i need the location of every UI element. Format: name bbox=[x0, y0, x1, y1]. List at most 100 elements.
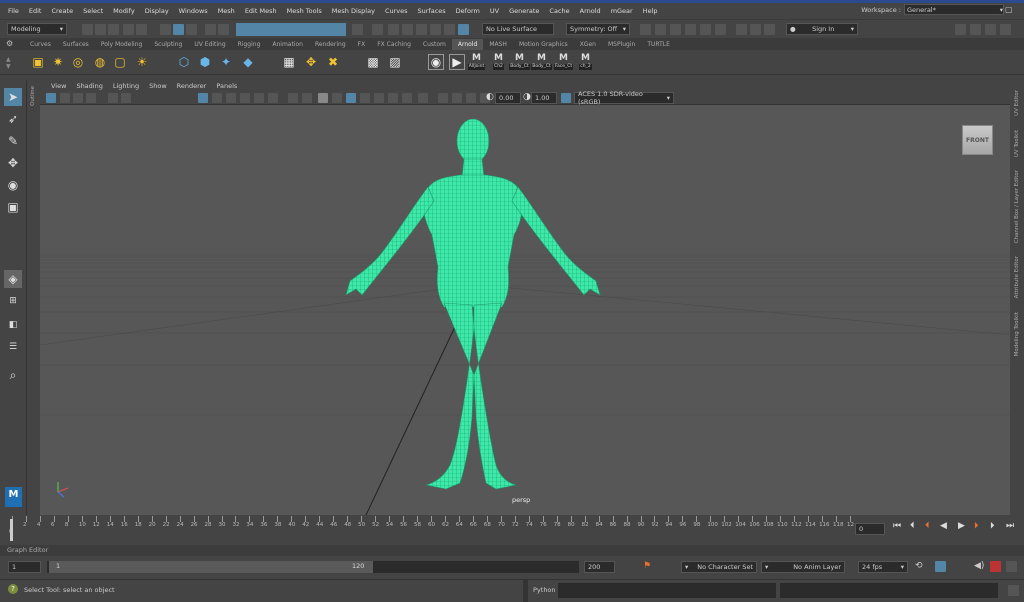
character-set-dropdown[interactable]: ▾ No Character Set bbox=[681, 561, 757, 573]
tab-attribute-editor[interactable]: Attribute Editor bbox=[1014, 256, 1020, 298]
viewport-menu-renderer[interactable]: Renderer bbox=[172, 82, 212, 90]
live-surface-field[interactable]: No Live Surface bbox=[482, 23, 554, 35]
workspace-dropdown[interactable]: General* ▾ bbox=[904, 4, 1004, 15]
shelf-button-body-ct-1[interactable]: M Body_Ct bbox=[509, 53, 530, 71]
highlight-icon[interactable] bbox=[372, 24, 383, 35]
field-chart-icon[interactable] bbox=[254, 93, 264, 103]
safe-action-icon[interactable] bbox=[268, 93, 278, 103]
ipr-render-icon[interactable] bbox=[670, 24, 681, 35]
attribute-editor-icon[interactable] bbox=[985, 24, 996, 35]
menu-mesh[interactable]: Mesh bbox=[213, 7, 240, 15]
sound-icon[interactable]: ◀) bbox=[974, 561, 984, 571]
anti-aliasing-icon[interactable] bbox=[402, 93, 412, 103]
lock-selection-icon[interactable] bbox=[352, 24, 363, 35]
maya-home-icon[interactable]: M bbox=[5, 487, 22, 507]
anim-layer-dropdown[interactable]: ▾ No Anim Layer bbox=[761, 561, 845, 573]
shelf-tab-poly-modeling[interactable]: Poly Modeling bbox=[95, 39, 149, 50]
shelf-button-ch-2[interactable]: Mch_2 bbox=[578, 53, 593, 71]
viewport-menu-view[interactable]: View bbox=[46, 82, 71, 90]
scale-tool-icon[interactable]: ▣ bbox=[4, 198, 22, 216]
view-icon[interactable]: ◉ bbox=[428, 54, 444, 70]
command-input[interactable] bbox=[558, 583, 776, 598]
play-forwards-icon[interactable]: ▶ bbox=[958, 521, 965, 531]
menu-curves[interactable]: Curves bbox=[380, 7, 413, 15]
shelf-tab-xgen[interactable]: XGen bbox=[574, 39, 602, 50]
tab-channel-box[interactable]: Channel Box / Layer Editor bbox=[1014, 170, 1020, 243]
area-light-icon[interactable]: ▣ bbox=[30, 54, 46, 70]
shelf-button-body-ct-2[interactable]: M Body_Ct bbox=[531, 53, 552, 71]
smooth-shade-icon[interactable] bbox=[302, 93, 312, 103]
range-slider[interactable]: 1 120 bbox=[47, 561, 579, 573]
export-stand-in-icon[interactable]: ⬢ bbox=[197, 54, 213, 70]
select-tool-icon[interactable]: ➤ bbox=[4, 88, 22, 106]
menu-file[interactable]: File bbox=[3, 7, 24, 15]
selection-mask-group[interactable] bbox=[236, 23, 346, 36]
volume-icon[interactable]: ◆ bbox=[240, 54, 256, 70]
step-back-frame-icon[interactable]: ⏴ bbox=[910, 521, 915, 531]
open-scene-icon[interactable] bbox=[95, 24, 106, 35]
viewport-menu-lighting[interactable]: Lighting bbox=[108, 82, 144, 90]
stand-in-icon[interactable]: ⬡ bbox=[176, 54, 192, 70]
auto-key-record-icon[interactable] bbox=[990, 561, 1001, 572]
script-language-label[interactable]: Python bbox=[533, 586, 556, 594]
menu-select[interactable]: Select bbox=[78, 7, 108, 15]
step-forward-key-icon[interactable]: ⏵ bbox=[974, 521, 979, 531]
snap-surface-icon[interactable] bbox=[430, 24, 441, 35]
gamma-field[interactable]: 1.00 bbox=[531, 92, 557, 104]
outliner-layout-icon[interactable]: ☰ bbox=[4, 338, 22, 356]
shelf-tab-custom[interactable]: Custom bbox=[417, 39, 452, 50]
modeling-toolkit-icon[interactable] bbox=[955, 24, 966, 35]
film-gate-icon[interactable] bbox=[212, 93, 222, 103]
shelf-tab-turtle[interactable]: TURTLE bbox=[641, 39, 676, 50]
menu-uv[interactable]: UV bbox=[485, 7, 504, 15]
four-view-icon[interactable]: ⊞ bbox=[4, 292, 22, 310]
menu-mesh-tools[interactable]: Mesh Tools bbox=[282, 7, 327, 15]
screen-space-ao-icon[interactable] bbox=[374, 93, 384, 103]
select-component-icon[interactable] bbox=[186, 24, 197, 35]
hypershade-icon[interactable] bbox=[700, 24, 711, 35]
undo-icon[interactable] bbox=[123, 24, 134, 35]
search-icon[interactable]: ⌕ bbox=[4, 366, 22, 384]
shelf-button-face-ct[interactable]: M Face_Ct bbox=[553, 53, 574, 71]
snap-view-plane-icon[interactable] bbox=[444, 24, 455, 35]
grease-pencil-icon[interactable] bbox=[121, 93, 131, 103]
shelf-tab-fx[interactable]: FX bbox=[352, 39, 372, 50]
shadows-icon[interactable] bbox=[360, 93, 370, 103]
menu-set-dropdown[interactable]: Modeling ▾ bbox=[7, 23, 67, 35]
arnold-render-icon[interactable] bbox=[736, 24, 747, 35]
use-all-lights-icon[interactable] bbox=[346, 93, 356, 103]
image-plane-icon[interactable] bbox=[86, 93, 96, 103]
menu-modify[interactable]: Modify bbox=[108, 7, 140, 15]
end-time-field[interactable]: 200 bbox=[584, 561, 615, 573]
xray-joints-icon[interactable] bbox=[466, 93, 476, 103]
shelf-tab-arnold[interactable]: Arnold bbox=[451, 39, 484, 50]
flush-cache-icon[interactable]: ✥ bbox=[303, 54, 319, 70]
graph-editor-bar[interactable]: Graph Editor bbox=[0, 545, 1024, 556]
camera-attributes-icon[interactable] bbox=[60, 93, 70, 103]
step-forward-frame-icon[interactable]: ⏵ bbox=[990, 521, 995, 531]
time-slider[interactable]: 0246810121416182022242628303234363840424… bbox=[0, 515, 1024, 544]
outliner-strip[interactable]: Outline bbox=[28, 80, 40, 520]
paint-select-tool-icon[interactable]: ✎ bbox=[4, 132, 22, 150]
menu-deform[interactable]: Deform bbox=[451, 7, 485, 15]
shelf-tab-curves[interactable]: Curves bbox=[24, 39, 57, 50]
start-time-field[interactable]: 1 bbox=[8, 561, 41, 573]
shelf-tab-rigging[interactable]: Rigging bbox=[232, 39, 267, 50]
motion-blur-icon[interactable] bbox=[388, 93, 398, 103]
new-scene-icon[interactable] bbox=[82, 24, 93, 35]
persp-outliner-icon[interactable]: ◧ bbox=[4, 316, 22, 334]
two-d-pan-icon[interactable] bbox=[108, 93, 118, 103]
select-hierarchy-icon[interactable] bbox=[160, 24, 171, 35]
shelf-tab-sculpting[interactable]: Sculpting bbox=[148, 39, 188, 50]
color-management-icon[interactable] bbox=[561, 93, 571, 103]
shelf-tab-mash[interactable]: MASH bbox=[483, 39, 513, 50]
license-icon[interactable]: ▩ bbox=[365, 54, 381, 70]
menu-generate[interactable]: Generate bbox=[504, 7, 544, 15]
current-time-marker[interactable] bbox=[10, 519, 13, 541]
bookmarks-icon[interactable] bbox=[73, 93, 83, 103]
viewport-menu-shading[interactable]: Shading bbox=[71, 82, 107, 90]
menu-surfaces[interactable]: Surfaces bbox=[413, 7, 451, 15]
photometric-light-icon[interactable]: ◎ bbox=[70, 54, 86, 70]
tab-uv-toolkit[interactable]: UV Toolkit bbox=[1014, 130, 1020, 157]
menu-help[interactable]: Help bbox=[638, 7, 663, 15]
